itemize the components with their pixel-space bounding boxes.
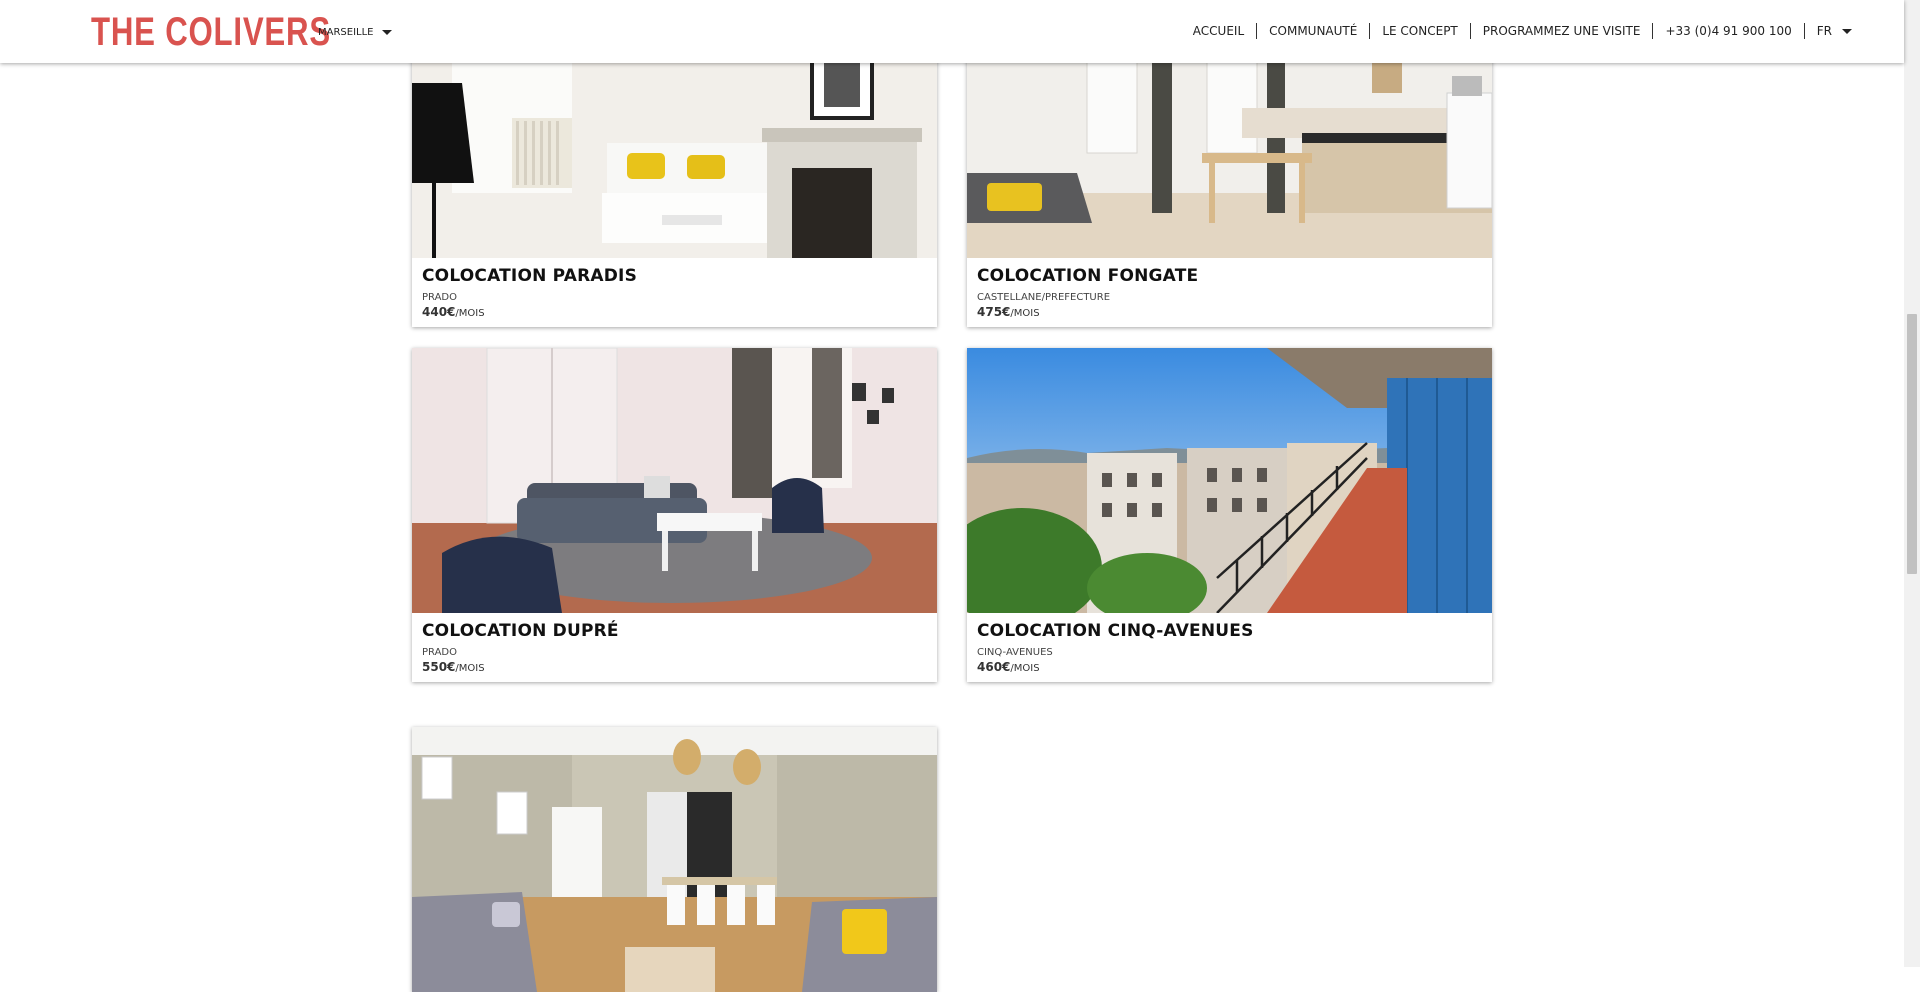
- city-selector[interactable]: MARSEILLE: [318, 27, 392, 38]
- city-label: MARSEILLE: [318, 27, 374, 38]
- listing-title: COLOCATION FONGATE: [977, 266, 1199, 286]
- nav-communaute[interactable]: COMMUNAUTÉ: [1257, 24, 1369, 38]
- chevron-down-icon: [1842, 28, 1852, 34]
- nav-accueil[interactable]: ACCUEIL: [1181, 24, 1256, 38]
- listing-price: 550€/MOIS: [422, 660, 485, 674]
- listing-area: CINQ-AVENUES: [977, 647, 1053, 658]
- scrollbar-thumb[interactable]: [1907, 314, 1917, 574]
- chevron-down-icon: [381, 30, 392, 35]
- listing-card-next[interactable]: [412, 727, 937, 992]
- nav-programmez-visite[interactable]: PROGRAMMEZ UNE VISITE: [1471, 24, 1653, 38]
- listing-area: PRADO: [422, 647, 457, 658]
- site-header: THE COLIVERS MARSEILLE ACCUEIL COMMUNAUT…: [0, 0, 1904, 63]
- listing-title: COLOCATION PARADIS: [422, 266, 638, 286]
- listing-photo: [412, 348, 937, 613]
- site-logo[interactable]: THE COLIVERS: [91, 10, 331, 55]
- nav-phone[interactable]: +33 (0)4 91 900 100: [1653, 24, 1803, 38]
- listing-title: COLOCATION CINQ-AVENUES: [977, 621, 1254, 641]
- listing-area: PRADO: [422, 292, 457, 303]
- main-nav: ACCUEIL COMMUNAUTÉ LE CONCEPT PROGRAMMEZ…: [1181, 23, 1864, 39]
- language-selector[interactable]: FR: [1805, 24, 1864, 38]
- listing-price: 440€/MOIS: [422, 305, 485, 319]
- page-scrollbar[interactable]: [1904, 0, 1920, 967]
- listing-card-dupre[interactable]: COLOCATION DUPRÉ PRADO 550€/MOIS: [412, 348, 937, 682]
- listing-area: CASTELLANE/PREFECTURE: [977, 292, 1111, 303]
- listing-card-cinq-avenues[interactable]: COLOCATION CINQ-AVENUES CINQ-AVENUES 460…: [967, 348, 1492, 682]
- listing-price: 475€/MOIS: [977, 305, 1040, 319]
- listing-photo: [412, 727, 937, 992]
- listing-title: COLOCATION DUPRÉ: [422, 621, 619, 641]
- listing-price: 460€/MOIS: [977, 660, 1040, 674]
- nav-le-concept[interactable]: LE CONCEPT: [1370, 24, 1469, 38]
- language-label: FR: [1816, 24, 1832, 38]
- listing-photo: [967, 348, 1492, 613]
